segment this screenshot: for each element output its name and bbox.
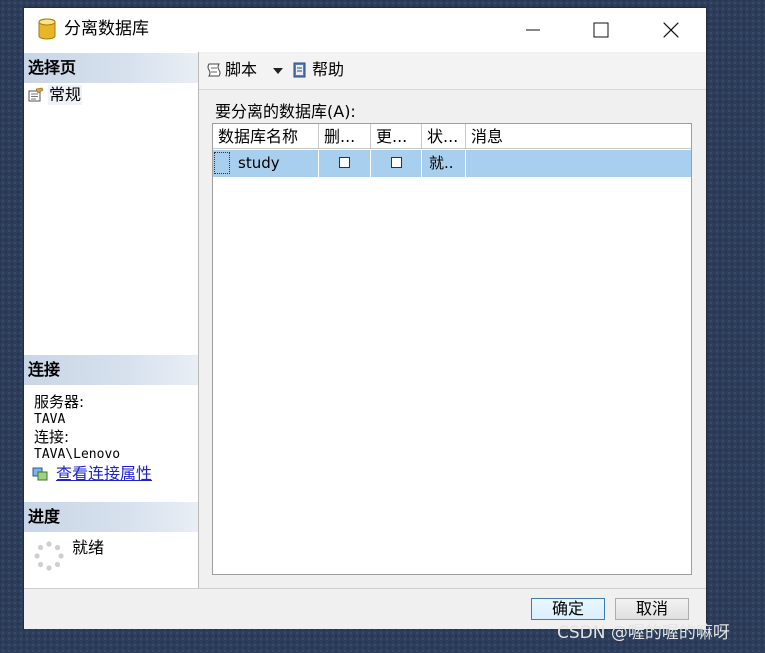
cancel-button[interactable]: 取消 [615, 598, 689, 620]
select-page-header: 选择页 [24, 53, 198, 83]
title-bar[interactable]: 分离数据库 [24, 8, 706, 52]
properties-page-icon [28, 87, 44, 102]
window-title: 分离数据库 [64, 19, 149, 39]
connection-header: 连接 [24, 355, 198, 385]
databases-to-detach-label: 要分离的数据库(A): [215, 102, 356, 121]
server-value: TAVA [34, 412, 66, 427]
databases-grid[interactable]: 数据库名称 删... 更... 状... 消息 study 就.. [212, 123, 692, 575]
progress-spinner-icon [34, 541, 64, 571]
toolbar: 脚本 帮助 [199, 53, 706, 90]
database-icon [38, 18, 56, 40]
page-item-general-label: 常规 [48, 85, 83, 105]
server-label: 服务器: [34, 393, 85, 411]
cell-status: 就.. [422, 150, 466, 177]
cell-update-statistics [371, 150, 422, 177]
close-button[interactable] [648, 15, 694, 45]
ok-button[interactable]: 确定 [531, 598, 605, 620]
connection-value: TAVA\Lenovo [34, 447, 121, 462]
drop-connections-checkbox[interactable] [339, 157, 350, 168]
column-header-update-statistics[interactable]: 更... [371, 124, 422, 149]
view-connection-properties-label: 查看连接属性 [56, 464, 153, 483]
column-header-database-name[interactable]: 数据库名称 [213, 124, 319, 149]
help-book-icon [293, 62, 306, 78]
close-icon [663, 22, 679, 38]
script-dropdown-arrow-icon[interactable] [273, 68, 283, 74]
progress-status: 就绪 [72, 538, 105, 557]
script-label: 脚本 [225, 60, 258, 79]
help-label: 帮助 [312, 60, 345, 79]
cell-database-name[interactable]: study [213, 150, 319, 177]
connection-properties-icon [32, 467, 48, 481]
database-name-value: study [238, 154, 280, 172]
main-content: 要分离的数据库(A): 数据库名称 删... 更... 状... 消息 stud… [199, 90, 706, 588]
minimize-icon [526, 29, 540, 31]
connection-label: 连接: [34, 428, 70, 446]
column-header-status[interactable]: 状... [422, 124, 466, 149]
cell-drop-connections [319, 150, 371, 177]
watermark: CSDN @喔的喔的嘛呀 [557, 623, 730, 643]
progress-header: 进度 [24, 502, 198, 532]
table-row[interactable]: study 就.. [213, 150, 691, 177]
cell-message [466, 150, 691, 177]
left-panel: 选择页 常规 连接 服务器: TAVA 连接: TAVA\Lenovo 查看连接… [24, 52, 199, 588]
maximize-button[interactable] [578, 15, 624, 45]
script-icon [207, 63, 221, 77]
maximize-icon [593, 22, 609, 38]
column-header-message[interactable]: 消息 [466, 124, 691, 149]
update-statistics-checkbox[interactable] [391, 157, 402, 168]
column-header-drop-connections[interactable]: 删... [319, 124, 371, 149]
detach-database-dialog: 分离数据库 选择页 常规 连接 服务器: TAVA 连接: TAVA\Lenov… [24, 8, 706, 629]
row-selector[interactable] [214, 152, 230, 174]
minimize-button[interactable] [510, 15, 556, 45]
